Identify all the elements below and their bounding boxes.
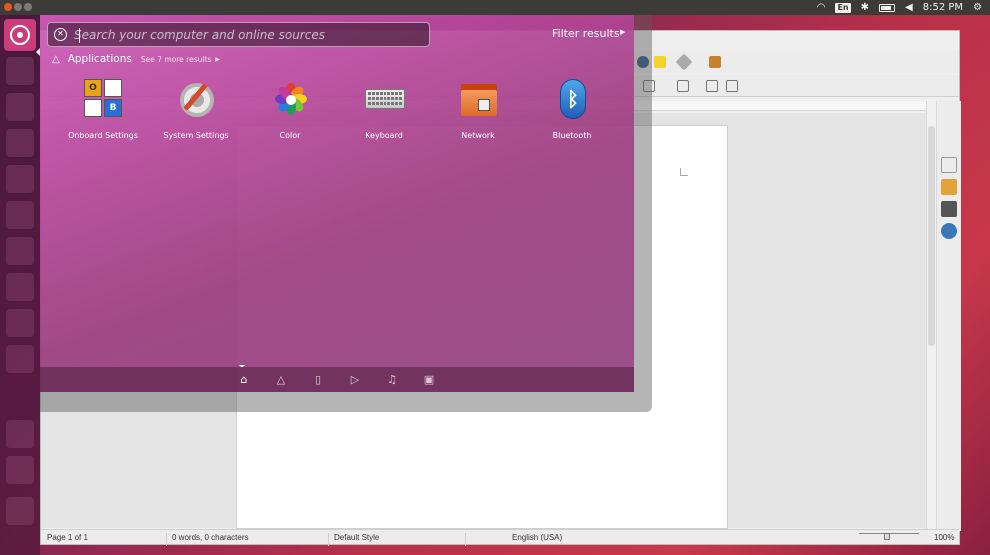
app-label: Network [461,131,495,140]
launcher-drive-2-icon[interactable] [6,456,34,484]
onboard-icon: O B [84,79,124,121]
home-lens-icon[interactable]: ⌂ [238,374,250,386]
indicator-area: ◠ En ✱ ◀ 8:52 PM ⚙ [817,0,982,15]
bluetooth-icon: ᛒ [553,79,593,121]
vertical-scrollbar[interactable] [926,101,936,531]
status-bar: Page 1 of 1 0 words, 0 characters Defaul… [41,529,959,546]
dash-results-area: ✕ Filter results ▶ △ Applications See 7 … [40,15,634,367]
search-clear-icon[interactable]: ✕ [54,28,67,41]
increase-indent-icon[interactable] [706,80,718,92]
decrease-indent-icon[interactable] [726,80,738,92]
status-divider [166,533,167,546]
window-minimize-button[interactable] [14,3,22,11]
launcher-drive-icon[interactable] [6,420,34,448]
properties-icon[interactable] [941,157,957,173]
dash-home-button[interactable] [4,19,36,51]
system-settings-icon [177,79,217,121]
onboard-key: B [104,99,122,117]
session-gear-icon[interactable]: ⚙ [973,2,982,13]
applications-lens-icon[interactable]: △ [275,374,287,386]
app-tile-bluetooth[interactable]: ᛒ Bluetooth [526,79,618,153]
ubuntu-logo-icon [10,25,30,45]
chevron-right-icon[interactable]: ▶ [620,28,625,36]
top-panel: ◠ En ✱ ◀ 8:52 PM ⚙ [0,0,990,15]
music-lens-icon[interactable]: ♫ [386,374,398,386]
app-label: Color [279,131,301,140]
window-close-button[interactable] [4,3,12,11]
launcher-files-icon[interactable] [6,57,34,85]
numbering-icon[interactable] [677,80,689,92]
window-maximize-button[interactable] [24,3,32,11]
search-input[interactable] [74,26,424,44]
bluetooth-icon[interactable]: ✱ [861,2,869,13]
files-lens-icon[interactable]: ▯ [312,374,324,386]
launcher-calc-icon[interactable] [6,201,34,229]
photos-lens-icon[interactable]: ▣ [423,374,435,386]
app-tile-keyboard[interactable]: Keyboard [338,79,430,153]
video-lens-icon[interactable]: ▷ [349,374,361,386]
launcher-writer-icon[interactable] [6,165,34,193]
clock[interactable]: 8:52 PM [923,2,963,13]
launcher [0,15,40,555]
volume-icon[interactable]: ◀ [905,2,913,13]
comment-icon[interactable] [654,56,666,68]
onboard-key: O [84,79,102,97]
scrollbar-thumb[interactable] [928,126,935,346]
lens-bar: ⌂ △ ▯ ▷ ♫ ▣ [40,367,634,392]
onboard-key [84,99,102,117]
chevron-right-icon[interactable]: ▶ [215,56,220,63]
keyboard-icon [365,79,405,121]
keyboard-layout-indicator[interactable]: En [835,2,851,13]
onboard-key [104,79,122,97]
category-header: △ Applications See 7 more results ▶ [52,51,220,67]
app-tile-network[interactable]: Network [432,79,524,153]
page-style[interactable]: Default Style [334,533,379,542]
launcher-trash-icon[interactable] [6,497,34,525]
page-count: Page 1 of 1 [47,533,88,542]
app-label: Onboard Settings [68,131,138,140]
language[interactable]: English (USA) [512,533,562,542]
wifi-icon[interactable]: ◠ [817,2,826,13]
dash: ✕ Filter results ▶ △ Applications See 7 … [40,15,652,412]
launcher-thunderbird-icon[interactable] [6,129,34,157]
styles-icon[interactable] [941,179,957,195]
app-label: Keyboard [365,131,403,140]
word-count: 0 words, 0 characters [172,533,249,542]
status-divider [465,533,466,546]
battery-icon[interactable] [879,3,896,12]
text-boundary-mark [680,168,688,176]
app-label: System Settings [163,131,229,140]
launcher-amazon-icon[interactable] [6,309,34,337]
gallery-icon[interactable] [941,201,957,217]
see-more-results-link[interactable]: See 7 more results [141,55,211,64]
launcher-system-settings-icon[interactable] [6,345,34,373]
sidebar-deck [936,101,961,531]
launcher-software-center-icon[interactable] [6,273,34,301]
filter-results-button[interactable]: Filter results [552,27,620,40]
search-box[interactable]: ✕ [47,22,430,47]
navigator-deck-icon[interactable] [941,223,957,239]
app-tile-onboard-settings[interactable]: O B Onboard Settings [57,79,149,153]
launcher-impress-icon[interactable] [6,237,34,265]
launcher-firefox-icon[interactable] [6,93,34,121]
clear-formatting-icon[interactable] [709,56,721,68]
applications-category-icon: △ [52,53,60,65]
status-divider [328,533,329,546]
category-title: Applications [67,53,132,65]
shapes-icon[interactable] [675,53,693,71]
zoom-level[interactable]: 100% [934,533,954,542]
zoom-slider-knob[interactable] [884,533,890,540]
app-tile-system-settings[interactable]: System Settings [150,79,242,153]
text-caret [79,28,80,43]
app-tile-color[interactable]: Color [244,79,336,153]
color-icon [271,79,311,121]
network-folder-icon [459,79,499,121]
app-label: Bluetooth [552,131,592,140]
